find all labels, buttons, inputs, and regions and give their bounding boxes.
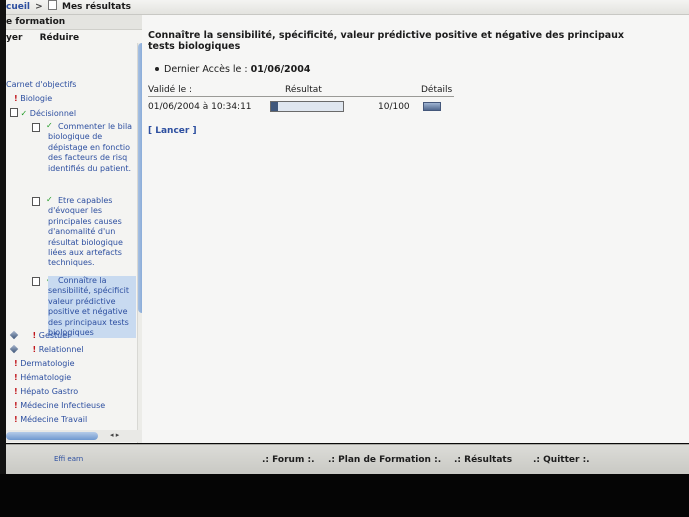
tree-item-label: Relationnel (38, 345, 84, 354)
objective-line: identifiés du patient. (48, 163, 132, 173)
footer-logo: Effi earn (54, 455, 84, 463)
col-result: Résultat (285, 85, 322, 95)
tree-item-label: Biologie (20, 94, 53, 103)
objective-evoquer[interactable]: Etre capables d'évoquer les principales … (48, 196, 140, 269)
tree-item-medecine-infectieuse[interactable]: ! Médecine Infectieuse (14, 401, 105, 411)
footer-nav: Effi earn .: Forum :. .: Plan de Formati… (6, 444, 689, 475)
module-icon (9, 344, 19, 354)
objective-line: Connaître la (58, 276, 107, 285)
last-access-date: 01/06/2004 (250, 64, 311, 75)
screen: cueil > Mes résultats e formation yer Ré… (0, 0, 689, 517)
breadcrumb-current: Mes résultats (62, 2, 131, 12)
module-icon (9, 330, 19, 340)
nav-forum[interactable]: .: Forum :. (262, 455, 315, 465)
marker-icon: ! (14, 94, 18, 103)
objective-line: techniques. (48, 258, 95, 268)
tree-item-biologie[interactable]: ! Biologie (14, 94, 52, 104)
objective-line: sensibilité, spécificit (48, 286, 130, 296)
sidebar-title: e formation (6, 15, 142, 30)
tree-item-medecine-travail[interactable]: ! Médecine Travail (14, 415, 87, 425)
tree-item-decisionnel[interactable]: ✓ Décisionnel (10, 108, 76, 119)
check-icon: ✓ (20, 109, 28, 118)
marker-icon: ! (14, 401, 18, 410)
bullet-icon (155, 67, 159, 71)
tree-item-label: Dermatologie (20, 359, 75, 368)
marker-icon: ! (14, 387, 18, 396)
objective-line: liées aux artefacts (48, 248, 122, 258)
launch-link[interactable]: [ Lancer ] (148, 126, 197, 136)
tree-item-label: Médecine Travail (20, 415, 88, 424)
objective-line: des principaux tests (48, 317, 129, 327)
details-button[interactable] (423, 102, 441, 111)
tree-item-label: Décisionnel (29, 109, 77, 118)
objective-connaitre-selected[interactable]: Connaître la sensibilité, spécificit val… (48, 276, 136, 339)
reduce-button[interactable]: Réduire (40, 33, 80, 43)
objective-line: dépistage en fonctio (48, 142, 131, 152)
objective-commenter[interactable]: Commenter le bila biologique de dépistag… (48, 122, 140, 174)
result-date: 01/06/2004 à 10:34:11 (148, 102, 252, 112)
tree-item-label: Hématologie (20, 373, 72, 382)
objective-line: d'anomalité d'un (48, 227, 116, 237)
last-access-label: Dernier Accès le : (164, 64, 248, 75)
objective-title: Connaître la sensibilité, spécificité, v… (148, 30, 625, 52)
result-progress-bar (270, 101, 344, 112)
results-content: Connaître la sensibilité, spécificité, v… (142, 15, 689, 443)
scroll-arrows-icon[interactable]: ◂ ▸ (110, 431, 119, 439)
col-validated: Validé le : (148, 85, 193, 95)
tree-item-gestuel[interactable]: ! Gestuel (9, 330, 70, 341)
marker-icon: ! (14, 373, 18, 382)
breadcrumb-home-link[interactable]: cueil (6, 2, 30, 12)
page-icon (32, 123, 40, 132)
tree-item-hepato-gastro[interactable]: ! Hépato Gastro (14, 387, 78, 397)
sidebar-horizontal-scrollbar[interactable] (6, 432, 98, 440)
result-score: 10/100 (378, 102, 410, 112)
marker-icon: ! (14, 415, 18, 424)
tree-item-relationnel[interactable]: ! Relationnel (9, 344, 84, 355)
book-icon (10, 108, 18, 117)
col-details: Détails (421, 85, 453, 95)
objective-line: biologique de (48, 132, 103, 142)
objective-line: des facteurs de risq (48, 153, 128, 163)
objective-line: Commenter le bila (58, 122, 133, 131)
nav-resultats[interactable]: .: Résultats (454, 455, 512, 465)
objective-line: valeur prédictive (48, 296, 116, 306)
tree-item-dermatologie[interactable]: ! Dermatologie (14, 359, 75, 369)
tree-item-label: Hépato Gastro (20, 387, 79, 396)
objective-line: positive et négative (48, 307, 128, 317)
tree-item-label: Gestuel (38, 331, 70, 340)
formation-sidebar: e formation yer Réduire Carnet d'objecti… (6, 15, 143, 443)
objective-line: résultat biologique (48, 237, 123, 247)
page-icon (32, 197, 40, 206)
nav-quitter[interactable]: .: Quitter :. (533, 455, 590, 465)
sidebar-horizontal-scroll-track[interactable]: ◂ ▸ (6, 430, 142, 442)
marker-icon: ! (32, 331, 37, 340)
marker-icon: ! (32, 345, 37, 354)
document-icon (47, 0, 57, 10)
sidebar-actions: yer Réduire (6, 30, 142, 46)
last-access: Dernier Accès le : 01/06/2004 (155, 64, 311, 75)
tree-root-carnet[interactable]: Carnet d'objectifs (6, 80, 76, 90)
breadcrumb: cueil > Mes résultats (6, 0, 689, 15)
tree-item-label: Médecine Infectieuse (20, 401, 106, 410)
page-icon (32, 277, 40, 286)
nav-plan-formation[interactable]: .: Plan de Formation :. (328, 455, 441, 465)
objective-line: principales causes (48, 216, 122, 226)
header-divider (148, 96, 454, 97)
objective-line: Etre capables (58, 196, 113, 205)
marker-icon: ! (14, 359, 18, 368)
objective-line: d'évoquer les (48, 206, 103, 216)
expand-button[interactable]: yer (6, 33, 22, 43)
bottom-black-band (0, 474, 689, 517)
result-progress-fill (271, 102, 279, 111)
breadcrumb-separator: > (35, 2, 43, 12)
tree-item-hematologie[interactable]: ! Hématologie (14, 373, 71, 383)
